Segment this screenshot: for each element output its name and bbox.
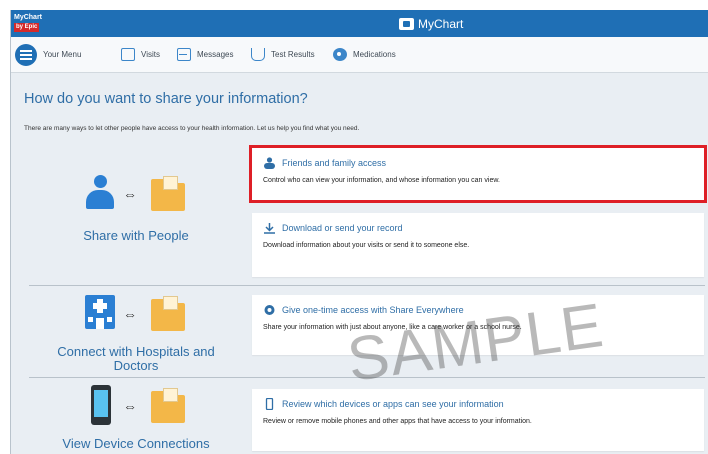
nav-item-medications[interactable]: Medications	[333, 37, 396, 72]
device-icon	[265, 398, 274, 410]
top-bar: MyChart by Epic MyChart	[11, 10, 708, 37]
double-arrow-icon: ⇔	[123, 398, 137, 414]
option-label-device-connections: View Device Connections	[62, 436, 210, 451]
folder-icon	[151, 296, 185, 331]
option-label-share-with-people: Share with People	[83, 228, 189, 243]
nav-item-your-menu[interactable]: Your Menu	[15, 37, 81, 72]
card-title[interactable]: Review which devices or apps can see you…	[282, 399, 504, 409]
double-arrow-icon: ⇔	[123, 306, 137, 322]
hospital-icon	[85, 295, 115, 329]
card-description: Review or remove mobile phones and other…	[263, 418, 532, 425]
share-icon	[264, 305, 275, 315]
person-icon	[85, 175, 115, 209]
pill-icon	[333, 48, 347, 61]
nav-item-visits[interactable]: Visits	[121, 37, 160, 72]
brand-name: MyChart	[418, 16, 464, 31]
card-download-send-record[interactable]: Download or send your record Download in…	[252, 213, 704, 277]
nav-item-label: Messages	[197, 50, 234, 59]
double-arrow-icon: ⇔	[123, 186, 137, 202]
folder-icon	[151, 388, 185, 423]
calendar-icon	[121, 48, 135, 61]
nav-item-label: Medications	[353, 50, 396, 59]
phone-icon	[91, 385, 111, 425]
highlight-box	[249, 145, 707, 203]
corner-logo-tag: by Epic	[14, 23, 40, 32]
page-intro: There are many ways to let other people …	[24, 125, 360, 132]
card-title[interactable]: Download or send your record	[282, 223, 403, 233]
envelope-icon	[177, 48, 191, 61]
nav-bar: Your Menu Visits Messages Test Results M…	[11, 37, 708, 73]
nav-item-label: Test Results	[271, 50, 315, 59]
app-window: MyChart by Epic MyChart Your Menu Visits…	[10, 10, 708, 454]
nav-item-messages[interactable]: Messages	[177, 37, 233, 72]
nav-item-label: Visits	[141, 50, 160, 59]
folder-icon	[151, 176, 185, 211]
corner-logo-text: MyChart	[14, 14, 43, 21]
flask-icon	[251, 48, 265, 61]
nav-item-label: Your Menu	[43, 50, 82, 59]
download-icon	[264, 223, 275, 234]
card-review-devices[interactable]: Review which devices or apps can see you…	[252, 389, 704, 451]
option-label-hospitals-doctors: Connect with Hospitals and Doctors	[57, 344, 215, 373]
main-content: How do you want to share your informatio…	[11, 73, 708, 454]
card-description: Download information about your visits o…	[263, 242, 470, 249]
page-title: How do you want to share your informatio…	[24, 91, 308, 107]
brand-logo[interactable]: MyChart	[399, 15, 463, 32]
corner-logo[interactable]: MyChart by Epic	[14, 13, 52, 34]
menu-icon	[15, 43, 37, 66]
section-divider	[29, 285, 705, 286]
mychart-logo-icon	[399, 17, 414, 30]
nav-item-test-results[interactable]: Test Results	[251, 37, 315, 72]
